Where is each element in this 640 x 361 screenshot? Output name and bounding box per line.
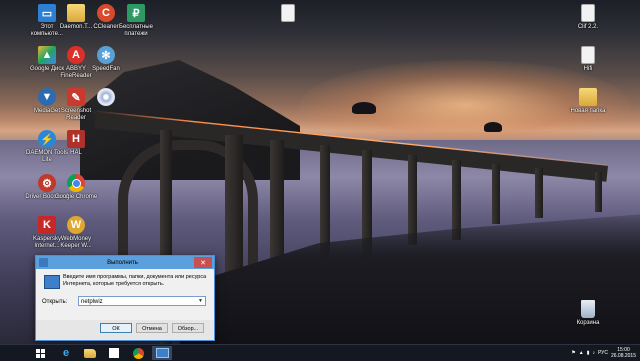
volume-icon[interactable]: ♪ xyxy=(592,350,595,356)
close-icon: ✕ xyxy=(200,259,206,267)
desktop-icon-hal[interactable]: H HAL xyxy=(54,130,98,157)
desktop-icon-google-chrome[interactable]: Google Chrome xyxy=(54,174,98,201)
chrome-icon xyxy=(132,347,144,359)
clock[interactable]: 15:00 26.08.2015 xyxy=(611,347,636,359)
file-icon xyxy=(581,4,595,22)
taskbar-explorer[interactable] xyxy=(80,346,100,360)
payments-icon: ₽ xyxy=(127,4,145,22)
recycle-bin-icon xyxy=(581,300,595,318)
flag-icon[interactable]: ⚑ xyxy=(571,350,575,356)
run-dialog: Выполнить ✕ Введите имя программы, папки… xyxy=(35,255,215,341)
desktop-icon-right-2[interactable]: Hifi xyxy=(566,46,610,73)
windows-logo-icon xyxy=(35,348,45,358)
network-icon[interactable]: ▮ xyxy=(587,350,590,356)
taskbar-store[interactable] xyxy=(104,346,124,360)
run-app-icon xyxy=(39,258,48,267)
start-button[interactable] xyxy=(30,346,50,360)
taskbar-chrome[interactable] xyxy=(128,346,148,360)
browse-button[interactable]: Обзор... xyxy=(172,323,204,333)
webmoney-icon: W xyxy=(67,216,85,234)
desktop-icon-disc[interactable] xyxy=(84,88,128,108)
cancel-button[interactable]: Отмена xyxy=(136,323,168,333)
run-icon xyxy=(155,348,169,358)
store-icon xyxy=(109,348,119,358)
language-indicator[interactable]: РУС xyxy=(598,350,608,356)
run-dialog-icon xyxy=(44,275,60,289)
desktop-icon-speedfan[interactable]: ✻ SpeedFan xyxy=(84,46,128,73)
internet-explorer-icon: e xyxy=(62,347,70,359)
system-tray: ⚑ ▲ ▮ ♪ РУС 15:00 26.08.2015 xyxy=(571,346,636,360)
screenshot-reader-icon: ✎ xyxy=(67,88,85,106)
open-input-value[interactable]: netplwiz xyxy=(81,299,103,305)
taskbar-ie[interactable]: e xyxy=(56,346,76,360)
clock-date: 26.08.2015 xyxy=(610,353,636,359)
desktop-icon-document[interactable] xyxy=(266,4,310,24)
hal-icon: H xyxy=(67,130,85,148)
open-combobox[interactable]: netplwiz ▼ xyxy=(78,296,206,306)
run-dialog-titlebar[interactable]: Выполнить ✕ xyxy=(36,256,214,269)
taskbar-run[interactable] xyxy=(152,346,172,360)
desktop-icon-webmoney[interactable]: W WebMoney Keeper W... xyxy=(54,216,98,250)
chrome-icon xyxy=(67,174,85,192)
folder-icon xyxy=(84,348,96,358)
open-label: Открыть: xyxy=(42,299,68,305)
ok-button[interactable]: ОК xyxy=(100,323,132,333)
folder-icon xyxy=(67,4,85,22)
desktop-icon-right-1[interactable]: Clif 2.2. xyxy=(566,4,610,31)
desktop-icon-free-payments[interactable]: ₽ Бесплатные платежи xyxy=(114,4,158,38)
desktop-icon-recycle-bin[interactable]: Корзина xyxy=(566,300,610,327)
ccleaner-icon: C xyxy=(97,4,115,22)
abbyy-icon: A xyxy=(67,46,85,64)
folder-icon xyxy=(579,88,597,106)
chevron-down-icon[interactable]: ▼ xyxy=(197,298,204,304)
speedfan-icon: ✻ xyxy=(97,46,115,64)
document-icon xyxy=(281,4,295,22)
taskbar: e ⚑ ▲ ▮ ♪ РУС 15:00 26.08.2015 xyxy=(0,344,640,361)
arrow-up-icon[interactable]: ▲ xyxy=(579,350,584,356)
run-dialog-description: Введите имя программы, папки, документа … xyxy=(63,274,207,287)
file-icon xyxy=(581,46,595,64)
desktop-icon-new-folder[interactable]: Новая папка xyxy=(566,88,610,115)
close-button[interactable]: ✕ xyxy=(194,257,212,268)
run-dialog-title: Выполнить xyxy=(107,259,138,266)
disc-icon xyxy=(97,88,115,106)
